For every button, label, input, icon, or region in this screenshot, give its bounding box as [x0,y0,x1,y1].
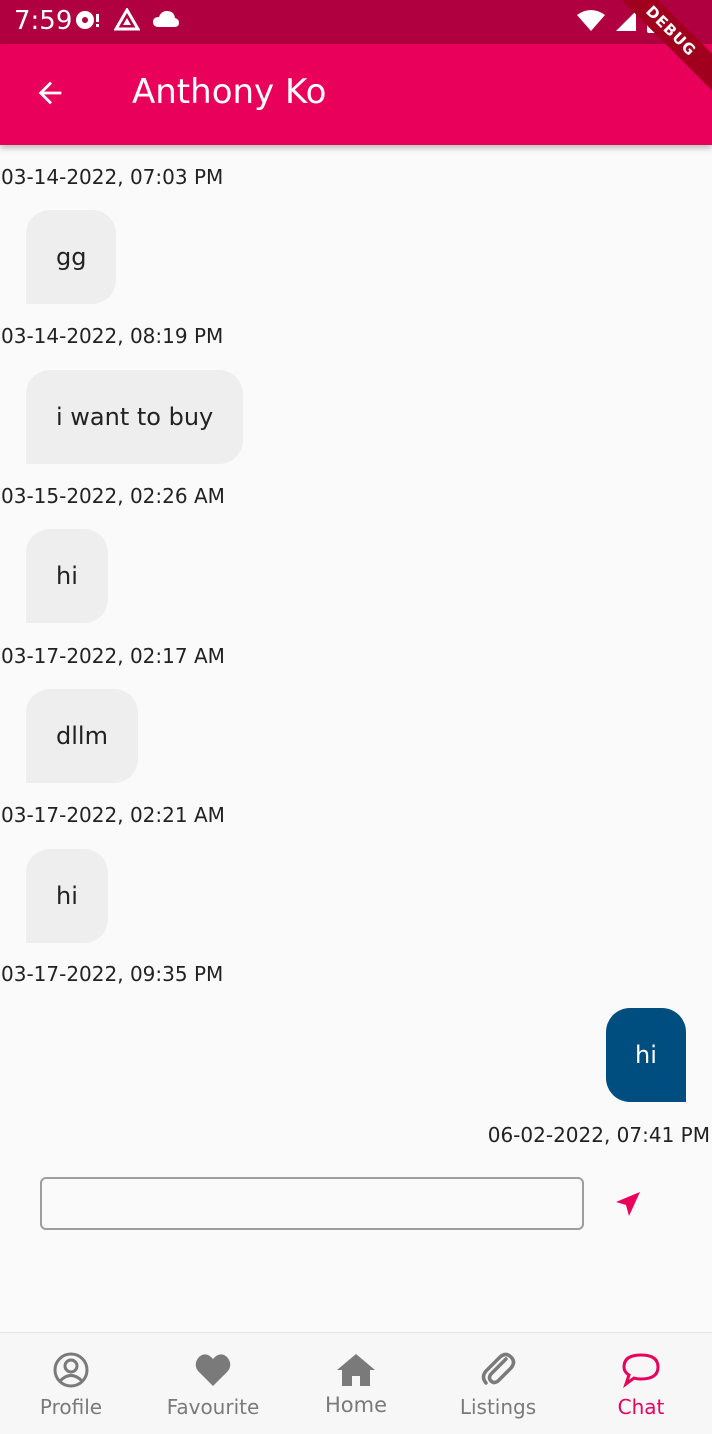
incoming-message-bubble: hi [26,849,108,943]
nav-item-profile[interactable]: Profile [0,1333,142,1434]
page-title: Anthony Ko [132,72,327,112]
nav-item-home[interactable]: Home [285,1333,427,1434]
paperclip-icon [480,1351,516,1389]
nav-item-favourite[interactable]: Favourite [142,1333,284,1434]
nav-label: Home [324,1393,387,1417]
drive-icon [113,7,141,36]
status-left-icons [74,7,180,36]
send-icon [612,1188,644,1224]
arrow-back-icon [33,76,67,114]
incoming-message-bubble: i want to buy [26,370,244,464]
message-timestamp: 03-17-2022, 02:17 AM [1,644,225,668]
account-circle-icon [52,1351,90,1389]
nav-label: Favourite [166,1395,260,1419]
bottom-navigation: Profile Favourite Home Listings Chat [0,1332,712,1434]
message-timestamp: 03-14-2022, 07:03 PM [1,165,224,189]
nav-label: Chat [617,1395,665,1419]
status-time: 7:59 [14,6,73,36]
wifi-icon [576,9,606,37]
nav-item-chat[interactable]: Chat [570,1333,712,1434]
incoming-message-bubble: hi [26,529,108,623]
heart-icon [194,1351,232,1389]
outgoing-message-bubble: hi [606,1008,686,1102]
message-timestamp: 03-14-2022, 08:19 PM [1,324,224,348]
incoming-message-bubble: gg [26,210,117,304]
cloud-icon [152,8,180,36]
home-icon [335,1351,377,1389]
send-button[interactable] [606,1184,650,1228]
message-timestamp: 03-15-2022, 02:26 AM [1,484,225,508]
nav-label: Listings [459,1395,537,1419]
notification-icon [74,8,102,36]
back-button[interactable] [20,70,80,120]
message-timestamp: 03-17-2022, 09:35 PM [1,962,224,986]
nav-label: Profile [39,1395,103,1419]
status-bar: 7:59 DEBUG [0,0,712,94]
message-input[interactable] [40,1177,584,1230]
app-bar: Anthony Ko [0,44,712,145]
chat-bubble-icon [621,1351,661,1389]
nav-item-listings[interactable]: Listings [427,1333,569,1434]
message-timestamp: 03-17-2022, 02:21 AM [1,803,225,827]
message-timestamp: 06-02-2022, 07:41 PM [487,1123,710,1147]
incoming-message-bubble: dllm [26,689,138,783]
